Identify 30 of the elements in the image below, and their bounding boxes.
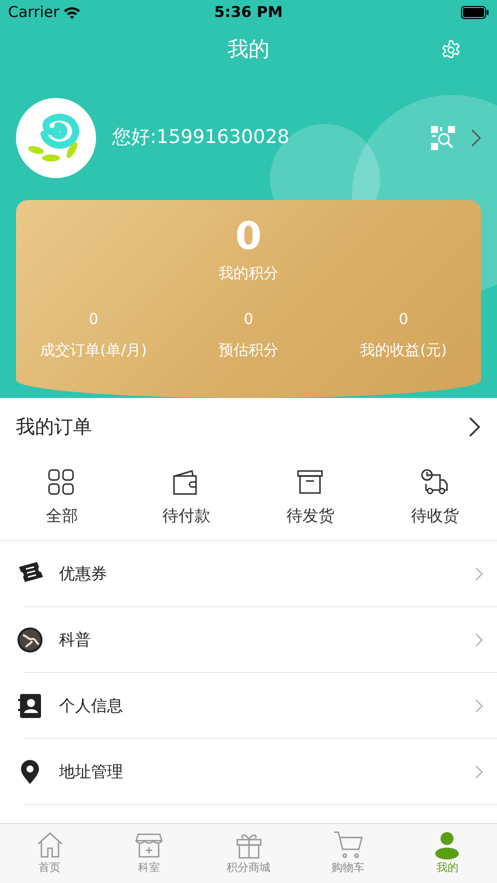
order-status-button[interactable]: 待收货 (372, 456, 497, 540)
order-status-button[interactable]: 待付款 (124, 456, 248, 540)
page-title: 我的 (228, 36, 270, 64)
points-value: 0 (235, 216, 262, 258)
contact-card-icon (17, 693, 43, 719)
chevron-right-icon (475, 765, 483, 779)
order-status-button[interactable]: 待发货 (248, 456, 373, 540)
chevron-right-icon (475, 633, 483, 647)
stat-value: 0 (398, 309, 408, 330)
settings-icon[interactable] (441, 40, 461, 60)
section-title: 我的订单 (16, 414, 92, 440)
delivery-truck-icon (420, 468, 449, 496)
user-greeting: 您好:15991630028 (112, 125, 290, 150)
stat-label: 我的收益(元) (360, 340, 447, 361)
box-icon (296, 468, 325, 496)
wifi-icon (63, 6, 82, 19)
chevron-right-icon (475, 567, 483, 581)
chevron-right-icon (475, 699, 483, 713)
status-time: 5:36 PM (214, 2, 283, 24)
chevron-right-icon[interactable] (469, 417, 481, 437)
stat-label: 成交订单(单/月) (40, 340, 147, 361)
order-status-button[interactable]: 全部 (0, 456, 124, 540)
grid-icon (48, 468, 76, 496)
points-label: 我的积分 (218, 262, 278, 284)
shopping-cart-icon (332, 830, 363, 860)
stat-value: 0 (88, 309, 98, 330)
carrier-label: Carrier (8, 2, 60, 24)
battery-icon (461, 6, 489, 19)
stat-value: 0 (244, 309, 254, 330)
stat-label: 预估积分 (218, 340, 278, 361)
